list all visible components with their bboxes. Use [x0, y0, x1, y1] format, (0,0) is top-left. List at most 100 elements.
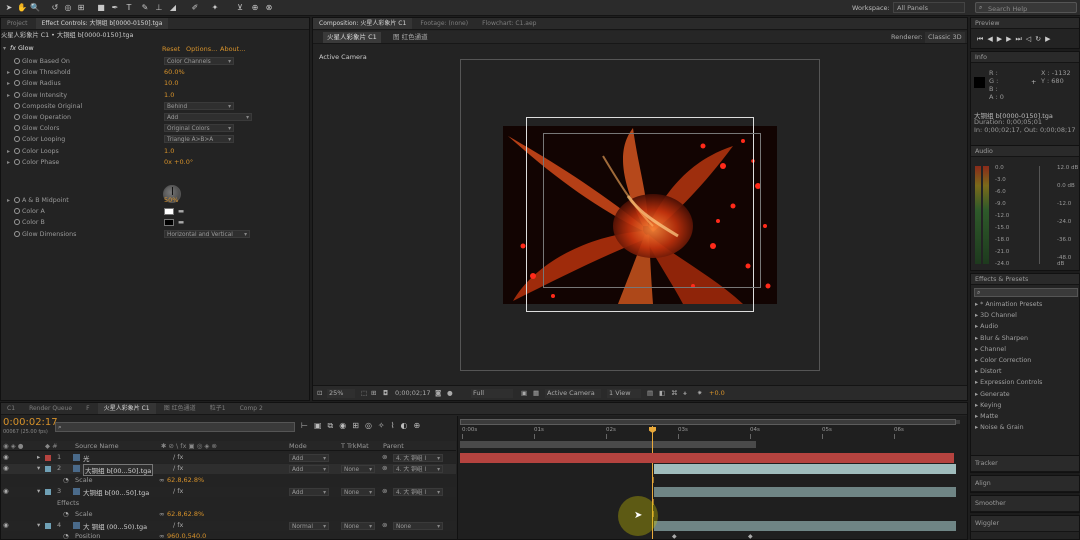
property-dropdown[interactable]: Original Colors [164, 124, 234, 133]
fx-switch-icon[interactable]: / fx [173, 487, 183, 495]
color-swatch[interactable] [164, 219, 174, 227]
twirl-icon[interactable]: ▸ [37, 453, 40, 461]
eyedropper-icon[interactable]: ▬ [178, 207, 184, 215]
blend-mode-select[interactable]: Add [289, 454, 329, 463]
property-value[interactable]: 50% [164, 195, 178, 206]
layer-property-value[interactable]: 960.0,540.0 [167, 532, 206, 540]
solo-icon[interactable]: ⊕ [414, 421, 427, 430]
visibility-eye-icon[interactable]: ◉ [3, 453, 9, 461]
shy-layers-icon[interactable]: ◉ [339, 421, 352, 430]
tab-composition[interactable]: Composition: 火星人彩象片 C1 [313, 18, 413, 29]
exposure-icon[interactable]: ✷ [697, 389, 702, 397]
property-row[interactable]: ▸ Glow Radius [7, 78, 61, 89]
tab-particles[interactable]: 粒子1 [204, 403, 232, 414]
property-row[interactable]: ▸ Glow Intensity [7, 90, 67, 101]
layer-bar-4[interactable] [654, 521, 956, 531]
constrain-proportions-icon[interactable]: ∞ [159, 510, 164, 518]
pickwhip-icon[interactable]: ⊚ [382, 464, 387, 472]
audio-icon[interactable]: ◁ [1026, 35, 1035, 43]
stopwatch-icon[interactable] [14, 102, 20, 109]
parent-select[interactable]: 4. 大 铜组 l [393, 488, 443, 497]
property-value[interactable]: 0x +0.0° [164, 157, 193, 168]
layer-bounding-box-2[interactable] [543, 133, 761, 288]
tab-comp-2[interactable]: Comp 2 [234, 403, 269, 414]
safe-margins-icon[interactable]: ⬚ [361, 389, 367, 397]
view-axis-icon[interactable]: ⊗ [264, 2, 274, 13]
property-row[interactable]: Glow Colors [7, 123, 59, 134]
grid-icon[interactable]: ⊞ [371, 389, 376, 397]
motion-blur-icon[interactable]: ◎ [365, 421, 378, 430]
trkmat-select[interactable]: None [341, 488, 375, 497]
tab-c1[interactable]: C1 [1, 403, 21, 414]
effects-category-item[interactable]: ▸ Keying [975, 400, 1001, 411]
effects-category-item[interactable]: ▸ Noise & Grain [975, 422, 1024, 433]
tab-timeline-comp-c1[interactable]: 火星人彩象片 C1 [97, 403, 156, 414]
tab-footage[interactable]: Footage: (none) [414, 18, 474, 29]
rectangle-tool-icon[interactable]: ■ [96, 2, 106, 13]
workspace-select[interactable]: All Panels [893, 2, 965, 13]
effects-category-item[interactable]: ▸ Color Correction [975, 355, 1031, 366]
layer-bar-2[interactable] [654, 464, 956, 474]
pan-behind-tool-icon[interactable]: ⊞ [76, 2, 86, 13]
layer-label-color[interactable] [45, 523, 51, 529]
property-row[interactable]: Glow Dimensions [7, 229, 76, 240]
trkmat-select[interactable]: None [341, 465, 375, 474]
parent-select[interactable]: 4. 大 铜组 l [393, 454, 443, 463]
stopwatch-icon[interactable] [14, 158, 20, 165]
flowchart-icon[interactable]: ⚹ [683, 389, 687, 398]
twirl-icon[interactable]: ▾ [37, 521, 40, 529]
effects-category-item[interactable]: ▸ Blur & Sharpen [975, 333, 1028, 344]
brush-tool-icon[interactable]: ✎ [140, 2, 150, 13]
stopwatch-icon[interactable] [14, 219, 20, 226]
stopwatch-icon[interactable]: ◔ [63, 476, 69, 484]
timeline-search-field[interactable]: ⌕ [55, 422, 295, 432]
wiggler-title[interactable]: Wiggler [971, 516, 1079, 532]
layer-label-color[interactable] [45, 489, 51, 495]
transparency-grid-icon[interactable]: ▦ [533, 389, 539, 397]
smoother-title[interactable]: Smoother [971, 496, 1079, 512]
layer-property-value[interactable]: 62.8,62.8% [167, 476, 204, 484]
source-name-header[interactable]: Source Name [75, 442, 119, 450]
pickwhip-icon[interactable]: ⊚ [382, 521, 387, 529]
timeline-icon[interactable]: ⌘ [671, 389, 678, 397]
blend-mode-select[interactable]: Normal [289, 522, 329, 531]
twirl-icon[interactable]: ▾ [37, 464, 40, 472]
camera-tool-icon[interactable]: ◎ [63, 2, 73, 13]
twirl-icon[interactable]: ▸ [7, 146, 14, 157]
view-layout-select[interactable]: 1 View [607, 389, 641, 398]
options-link[interactable]: Options... [186, 45, 217, 53]
show-snapshot-icon[interactable]: ◙ [435, 389, 441, 397]
parent-select[interactable]: None [393, 522, 443, 531]
stopwatch-icon[interactable] [14, 58, 20, 64]
effects-category-item[interactable]: ▸ Generate [975, 389, 1010, 400]
layer-row[interactable]: ◉ ▾ 4 大 铜组 (00...50).tga / fx Normal None ⊚ None [1, 521, 456, 531]
pickwhip-icon[interactable]: ⊚ [382, 487, 387, 495]
layer-bar-3[interactable] [654, 487, 956, 497]
hand-tool-icon[interactable]: ✋ [17, 2, 27, 13]
type-tool-icon[interactable]: T [124, 2, 134, 13]
fx-switch-icon[interactable]: / fx [173, 453, 183, 461]
keyframe-diamond-2[interactable]: ◆ [748, 533, 753, 540]
twirl-icon[interactable]: ▸ [7, 67, 14, 78]
property-row[interactable]: ▸ A & B Midpoint [7, 195, 69, 206]
audio-slider-track[interactable] [1039, 166, 1040, 264]
subtab-red-channel[interactable]: 图 红色通道 [393, 32, 428, 43]
effects-category-item[interactable]: ▸ Expression Controls [975, 377, 1042, 388]
mode-header[interactable]: Mode [289, 442, 307, 450]
stopwatch-icon[interactable]: ◔ [63, 532, 69, 540]
trkmat-header[interactable]: T TrkMat [341, 442, 369, 450]
layer-property-value[interactable]: 62.8,62.8% [167, 510, 204, 518]
fast-preview-icon[interactable]: ◧ [659, 389, 665, 397]
renderer-select[interactable]: Classic 3D [925, 32, 965, 43]
resolution-select[interactable]: Full [471, 389, 513, 398]
timeline-current-time[interactable]: 0:00:02:17 [3, 417, 58, 428]
stopwatch-icon[interactable] [14, 136, 20, 143]
layer-row[interactable]: ◉ ▾ 3 大铜组 b[00...50].tga / fx Add None ⊚ 4. 大 铜组… [1, 487, 456, 497]
twirl-icon[interactable]: ▾ [37, 487, 40, 495]
ram-preview-icon[interactable]: ▶ [1045, 35, 1054, 43]
play-icon[interactable]: ▶ [997, 35, 1006, 43]
stopwatch-icon[interactable] [14, 80, 20, 87]
brainstorm-icon[interactable]: ✧ [378, 421, 391, 430]
property-row[interactable]: Color B [7, 217, 45, 228]
keyframe-diamond-1[interactable]: ◆ [672, 533, 677, 540]
